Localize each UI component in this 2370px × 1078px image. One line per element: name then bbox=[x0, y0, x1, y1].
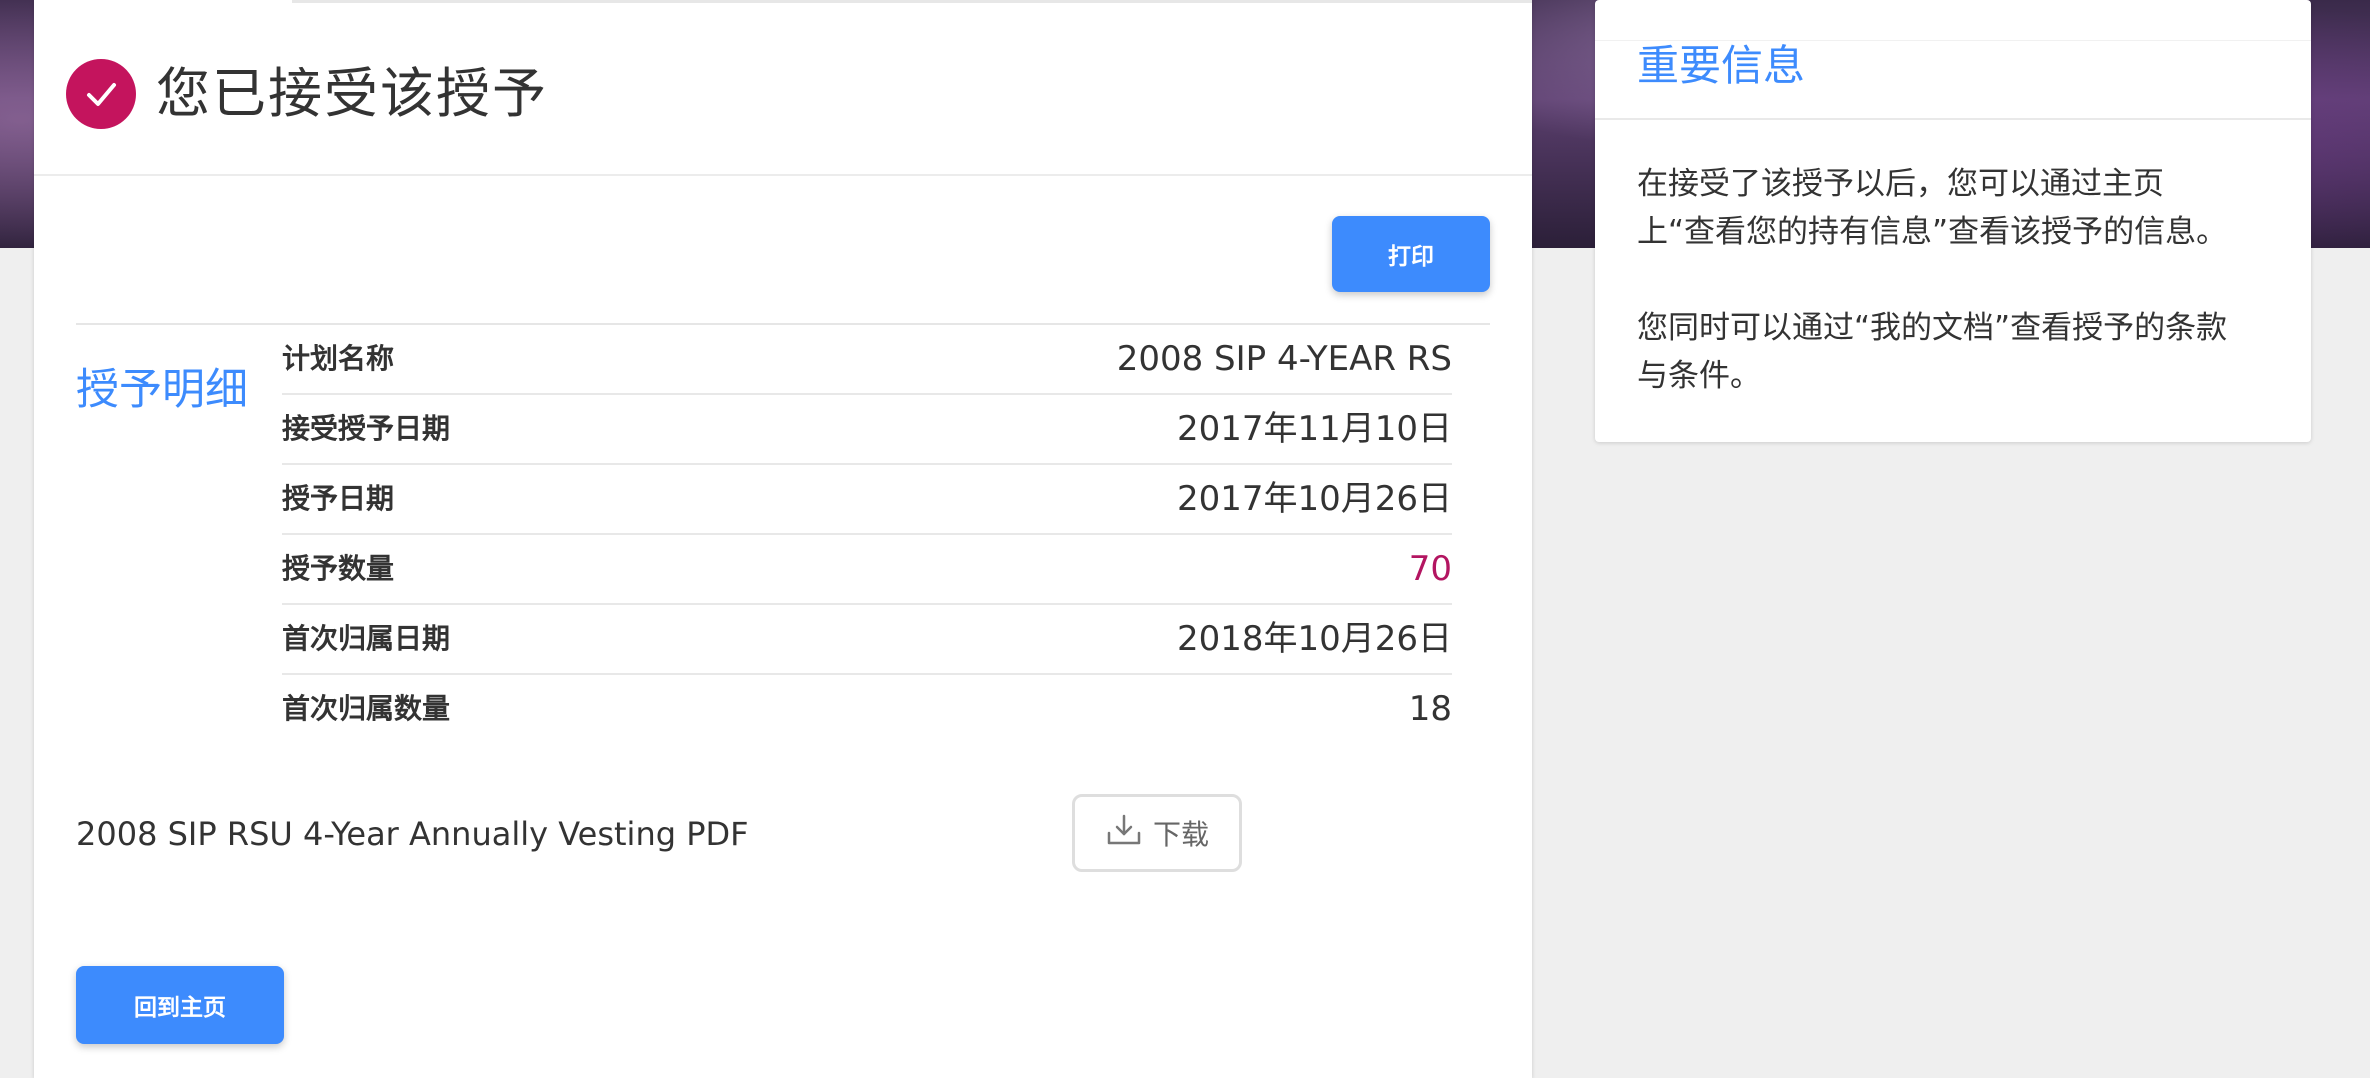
important-info-body: 在接受了该授予以后，您可以通过主页 上“查看您的持有信息”查看该授予的信息。 您… bbox=[1637, 160, 2287, 400]
info-line: 在接受了该授予以后，您可以通过主页 bbox=[1637, 166, 2164, 202]
detail-row-plan-name: 计划名称 2008 SIP 4-YEAR RS bbox=[282, 325, 1452, 395]
detail-label: 首次归属日期 bbox=[282, 622, 451, 655]
detail-value: 18 bbox=[1408, 689, 1452, 729]
info-line: 您同时可以通过“我的文档”查看授予的条款 bbox=[1637, 310, 2228, 346]
detail-row-first-vest-quantity: 首次归属数量 18 bbox=[282, 675, 1452, 743]
download-icon bbox=[1105, 813, 1143, 854]
info-divider bbox=[1595, 118, 2311, 120]
print-button[interactable]: 打印 bbox=[1332, 216, 1490, 292]
detail-label: 接受授予日期 bbox=[282, 412, 451, 445]
detail-label: 授予日期 bbox=[282, 482, 395, 515]
page-title: 您已接受该授予 bbox=[156, 62, 548, 125]
grant-details-title: 授予明细 bbox=[76, 365, 248, 415]
check-circle-icon bbox=[66, 59, 136, 129]
detail-value: 2017年11月10日 bbox=[1176, 409, 1452, 449]
detail-row-first-vest-date: 首次归属日期 2018年10月26日 bbox=[282, 605, 1452, 675]
detail-row-acceptance-date: 接受授予日期 2017年11月10日 bbox=[282, 395, 1452, 465]
detail-label: 计划名称 bbox=[282, 342, 395, 375]
important-info-card: 重要信息 在接受了该授予以后，您可以通过主页 上“查看您的持有信息”查看该授予的… bbox=[1595, 0, 2311, 442]
detail-label: 首次归属数量 bbox=[282, 692, 451, 725]
info-line: 与条件。 bbox=[1637, 358, 1761, 394]
detail-row-grant-quantity: 授予数量 70 bbox=[282, 535, 1452, 605]
detail-row-grant-date: 授予日期 2017年10月26日 bbox=[282, 465, 1452, 535]
detail-value: 2017年10月26日 bbox=[1176, 479, 1452, 519]
back-home-button[interactable]: 回到主页 bbox=[76, 966, 284, 1044]
info-paragraph: 您同时可以通过“我的文档”查看授予的条款 与条件。 bbox=[1637, 304, 2287, 400]
detail-label: 授予数量 bbox=[282, 552, 395, 585]
detail-value: 2018年10月26日 bbox=[1176, 619, 1452, 659]
detail-value: 2008 SIP 4-YEAR RS bbox=[1116, 339, 1452, 379]
grant-details-table: 计划名称 2008 SIP 4-YEAR RS 接受授予日期 2017年11月1… bbox=[282, 325, 1452, 743]
document-name: 2008 SIP RSU 4-Year Annually Vesting PDF bbox=[76, 815, 749, 853]
confirmation-header: 您已接受该授予 bbox=[34, 0, 1532, 176]
important-info-title: 重要信息 bbox=[1637, 41, 1806, 90]
download-button[interactable]: 下载 bbox=[1072, 794, 1242, 872]
download-label: 下载 bbox=[1152, 818, 1209, 851]
info-line: 上“查看您的持有信息”查看该授予的信息。 bbox=[1637, 214, 2228, 250]
grant-quantity-value: 70 bbox=[1408, 549, 1452, 589]
grant-confirmation-card: 您已接受该授予 打印 授予明细 计划名称 2008 SIP 4-YEAR RS … bbox=[34, 0, 1532, 1078]
info-paragraph: 在接受了该授予以后，您可以通过主页 上“查看您的持有信息”查看该授予的信息。 bbox=[1637, 160, 2287, 256]
